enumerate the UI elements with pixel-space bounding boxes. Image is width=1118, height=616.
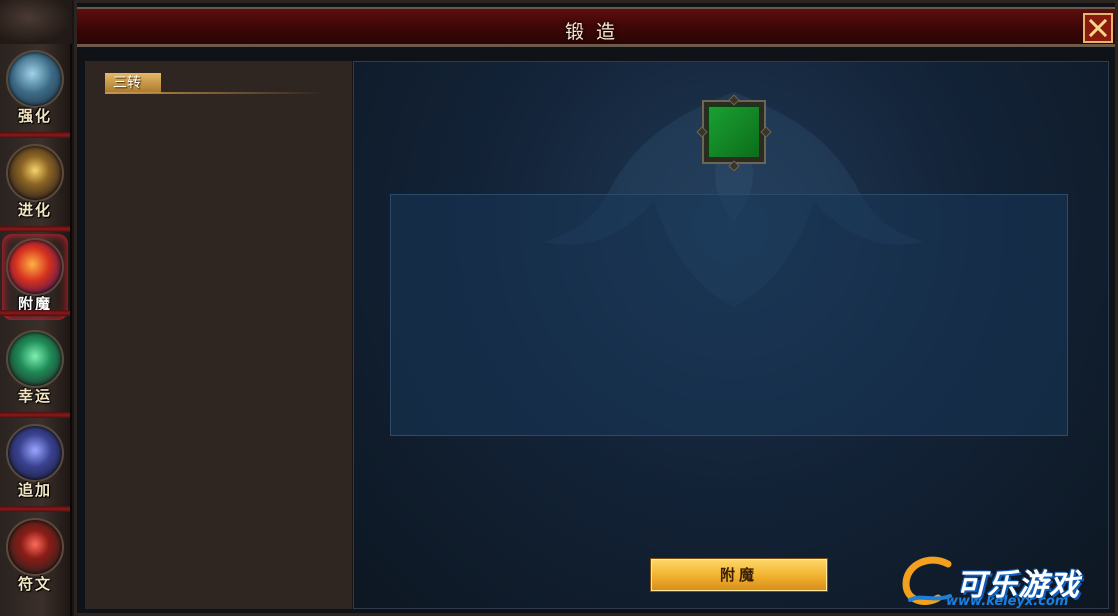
tab-label: 幸运: [17, 387, 52, 405]
tab-evolve[interactable]: 进化: [2, 140, 68, 226]
window-title: 锻造: [564, 21, 627, 43]
tab-rune[interactable]: 符文: [2, 514, 68, 600]
close-icon: [1088, 18, 1108, 38]
tab-luck[interactable]: 幸运: [2, 326, 68, 412]
tab-divider: [0, 226, 70, 232]
tab-divider: [0, 412, 70, 418]
tab-label: 进化: [17, 201, 52, 219]
enchant-icon: [6, 238, 64, 296]
equipment-slot[interactable]: [702, 100, 766, 164]
tabstrip-ornament: [0, 0, 72, 44]
close-button[interactable]: [1083, 13, 1113, 43]
enchant-button[interactable]: 附魔: [650, 558, 828, 592]
rune-icon: [6, 518, 64, 576]
tab-strengthen[interactable]: 强化: [2, 46, 68, 132]
tab-label: 强化: [17, 107, 52, 125]
tab-enchant[interactable]: 附魔: [2, 234, 68, 320]
gem-icon: [6, 330, 64, 388]
orb-icon: [6, 144, 64, 202]
forge-window: 锻造 三转 附魔: [74, 0, 1118, 616]
armor-icon: [6, 424, 64, 482]
tab-divider: [0, 310, 70, 316]
tab-label: 符文: [17, 575, 52, 593]
attribute-display-area: [390, 194, 1068, 436]
tab-divider: [0, 506, 70, 512]
tab-divider: [0, 132, 70, 138]
title-bar: 锻造: [77, 7, 1115, 47]
list-divider: [105, 92, 325, 94]
site-watermark: 可乐游戏 www.keleyx.com: [900, 556, 1114, 610]
item-list-panel: 三转: [85, 61, 353, 609]
watermark-url: www.keleyx.com: [946, 594, 1069, 609]
cube-icon: [6, 50, 64, 108]
enchant-main-panel: 附魔: [353, 61, 1109, 609]
forge-tab-strip: 强化 进化 附魔 幸运 追加 符文: [0, 0, 72, 616]
tab-label: 追加: [17, 481, 52, 499]
tab-append[interactable]: 追加: [2, 420, 68, 506]
list-item[interactable]: 三转: [105, 73, 161, 93]
slot-frame: [708, 106, 760, 158]
